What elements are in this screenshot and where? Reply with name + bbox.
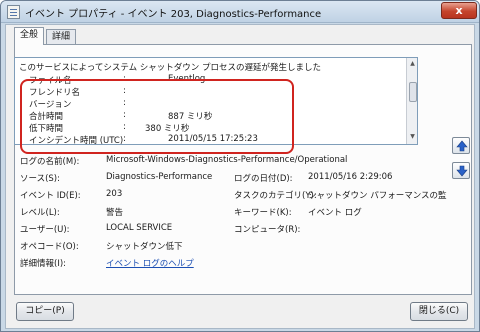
dialog-client: 全般 詳細 このサービスによってシステム シャットダウン プロセスの遅延が発生し… [5,24,475,329]
detail-label-total-time: 合計時間 [29,112,64,122]
level-label: レベル(L): [20,208,60,218]
previous-event-button[interactable] [452,137,470,154]
event-log-help-link[interactable]: イベント ログのヘルプ [106,257,194,269]
opcode-value: シャットダウン低下 [106,242,183,252]
task-category-label: タスクのカテゴリ(Y): [234,191,317,201]
scroll-thumb[interactable] [409,82,417,102]
detail-label-file-name: ファイル名 [29,76,72,86]
logged-label: ログの日付(D): [234,174,293,184]
next-event-button[interactable] [452,162,470,179]
close-window-button[interactable]: x [441,2,477,19]
source-label: ソース(S): [20,174,60,184]
detail-sep: : [123,74,126,84]
arrow-up-icon [456,140,468,152]
detail-value-total-time: 887 ミリ秒 [168,112,213,122]
log-name-value: Microsoft-Windows-Diagnostics-Performanc… [106,155,348,165]
task-category-value: シャットダウン パフォーマンスの監 [308,191,447,201]
detail-value-degradation-time: 380 ミリ秒 [145,124,190,134]
logged-value: 2011/05/16 2:29:06 [308,172,393,182]
level-value: 警告 [106,208,124,218]
tab-general[interactable]: 全般 [14,27,45,45]
keywords-value: イベント ログ [308,208,362,218]
detail-value-file-name: Eventlog [168,74,206,84]
log-name-label: ログの名前(M): [20,157,80,167]
source-value: Diagnostics-Performance [106,172,213,182]
event-properties-window: イベント プロパティ - イベント 203, Diagnostics-Perfo… [0,0,480,332]
keywords-label: キーワード(K): [234,208,292,218]
copy-button[interactable]: コピー(P) [16,302,74,321]
opcode-label: オペコード(O): [20,242,79,252]
detail-sep: : [123,98,126,108]
scroll-up-icon[interactable]: ▲ [409,61,416,67]
scroll-down-icon[interactable]: ▼ [409,134,416,140]
detail-label-incident-time: インシデント時間 (UTC) [29,136,124,145]
detail-label-version: バージョン [29,100,72,110]
computer-label: コンピュータ(R): [234,225,301,235]
detail-value-incident-time: 2011/05/15 17:25:23 [168,134,258,144]
title-bar[interactable]: イベント プロパティ - イベント 203, Diagnostics-Perfo… [1,1,479,23]
detail-sep: : [123,122,126,132]
detail-label-degradation-time: 低下時間 [29,124,64,134]
window-title: イベント プロパティ - イベント 203, Diagnostics-Perfo… [25,9,322,20]
tab-details[interactable]: 詳細 [46,29,77,44]
user-value: LOCAL SERVICE [106,223,173,233]
close-button[interactable]: 閉じる(C) [410,302,468,321]
event-id-value: 203 [106,189,123,199]
event-id-label: イベント ID(E): [20,191,81,201]
detail-sep: : [123,86,126,96]
description-scrollbar[interactable]: ▲ ▼ [406,58,417,144]
more-info-label: 詳細情報(I): [20,259,67,269]
detail-sep: : [123,110,126,120]
arrow-down-icon [456,165,468,177]
user-label: ユーザー(U): [20,225,70,235]
event-viewer-icon [7,5,20,19]
detail-label-friendly-name: フレンドリ名 [29,88,81,98]
event-message: このサービスによってシステム シャットダウン プロセスの遅延が発生しました [19,63,321,73]
detail-sep: : [123,134,126,144]
event-description-box[interactable]: このサービスによってシステム シャットダウン プロセスの遅延が発生しました ファ… [14,57,418,145]
